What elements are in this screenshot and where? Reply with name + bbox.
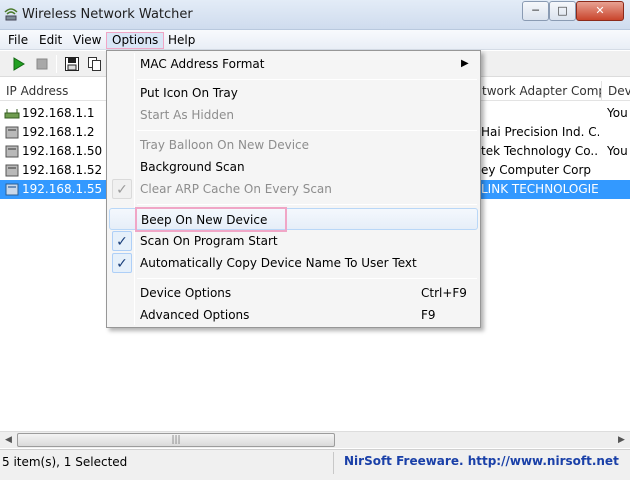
menu-item-tray-balloon[interactable]: Tray Balloon On New Device <box>109 134 478 156</box>
device-cell: You <box>607 106 628 120</box>
ip-cell: 192.168.1.55 <box>22 182 103 196</box>
menu-item-label: Automatically Copy Device Name To User T… <box>140 256 417 270</box>
checkmark-icon: ✓ <box>112 231 132 251</box>
checkmark-icon: ✓ <box>112 179 132 199</box>
menu-item-label: MAC Address Format <box>140 57 265 71</box>
menu-item-label: Start As Hidden <box>140 108 234 122</box>
ip-cell: 192.168.1.52 <box>22 163 103 177</box>
menu-options[interactable]: Options <box>106 32 165 49</box>
menu-separator <box>137 204 477 205</box>
scroll-left-icon[interactable]: ◀ <box>0 432 17 448</box>
horizontal-scrollbar[interactable]: ◀ ||| ▶ <box>0 431 630 448</box>
menu-item-mac-address-format[interactable]: MAC Address Format ▶ <box>109 53 478 75</box>
menu-file[interactable]: File <box>3 32 33 49</box>
menu-item-shortcut: F9 <box>421 308 436 322</box>
options-dropdown-menu: MAC Address Format ▶ Put Icon On Tray St… <box>106 50 481 328</box>
ip-cell: 192.168.1.2 <box>22 125 95 139</box>
menu-item-auto-copy-device-name[interactable]: ✓ Automatically Copy Device Name To User… <box>109 252 478 274</box>
submenu-arrow-icon: ▶ <box>461 58 469 69</box>
device-cell: You <box>607 144 628 158</box>
vendor-cell: LINK TECHNOLOGIE... <box>481 182 599 196</box>
menu-item-label: Put Icon On Tray <box>140 86 238 100</box>
menu-item-label: Advanced Options <box>140 308 250 322</box>
close-button[interactable]: ✕ <box>576 1 624 21</box>
scrollbar-thumb[interactable]: ||| <box>17 433 335 447</box>
computer-icon <box>4 163 20 178</box>
stop-scan-icon[interactable] <box>34 56 50 72</box>
column-header-device[interactable]: Dev <box>602 81 630 101</box>
copy-icon[interactable] <box>87 56 103 72</box>
menu-item-scan-on-program-start[interactable]: ✓ Scan On Program Start <box>109 230 478 252</box>
vendor-cell: ey Computer Corp <box>481 163 592 177</box>
checkmark-icon: ✓ <box>112 253 132 273</box>
ip-cell: 192.168.1.1 <box>22 106 95 120</box>
start-scan-icon[interactable] <box>10 56 26 72</box>
beep-item-highlight-box <box>135 207 287 232</box>
menu-item-put-icon-on-tray[interactable]: Put Icon On Tray <box>109 82 478 104</box>
window-title: Wireless Network Watcher <box>22 7 193 22</box>
ip-cell: 192.168.1.50 <box>22 144 103 158</box>
menu-item-label: Clear ARP Cache On Every Scan <box>140 182 332 196</box>
column-header-ip-address[interactable]: IP Address <box>0 81 110 101</box>
save-icon[interactable] <box>64 56 80 72</box>
menu-item-label: Device Options <box>140 286 232 300</box>
menu-item-label: Tray Balloon On New Device <box>140 138 310 152</box>
menu-item-start-as-hidden[interactable]: Start As Hidden <box>109 104 478 126</box>
menu-separator <box>137 130 477 131</box>
menu-item-background-scan[interactable]: Background Scan <box>109 156 478 178</box>
computer-icon <box>4 125 20 140</box>
vendor-cell: tek Technology Co.... <box>481 144 599 158</box>
menu-separator <box>137 278 477 279</box>
menu-help[interactable]: Help <box>163 32 200 49</box>
computer-icon <box>4 182 20 197</box>
status-bar: 5 item(s), 1 Selected NirSoft Freeware. … <box>0 449 630 480</box>
router-icon <box>4 106 20 121</box>
column-header-adapter-company[interactable]: twork Adapter Comp... <box>476 81 602 101</box>
menu-edit[interactable]: Edit <box>34 32 67 49</box>
menu-item-advanced-options[interactable]: Advanced Options F9 <box>109 304 478 326</box>
menu-item-label: Scan On Program Start <box>140 234 278 248</box>
menu-item-device-options[interactable]: Device Options Ctrl+F9 <box>109 282 478 304</box>
menu-item-shortcut: Ctrl+F9 <box>421 286 467 300</box>
minimize-button[interactable]: ─ <box>522 1 549 21</box>
menu-item-clear-arp-cache[interactable]: ✓ Clear ARP Cache On Every Scan <box>109 178 478 200</box>
nirsoft-link[interactable]: NirSoft Freeware. http://www.nirsoft.net <box>344 454 619 468</box>
maximize-button[interactable]: □ <box>549 1 576 21</box>
scroll-right-icon[interactable]: ▶ <box>613 432 630 448</box>
toolbar-divider <box>56 55 57 73</box>
vendor-cell: Hai Precision Ind. C... <box>481 125 599 139</box>
menu-item-label: Background Scan <box>140 160 245 174</box>
computer-icon <box>4 144 20 159</box>
menu-separator <box>137 79 477 80</box>
item-count-status: 5 item(s), 1 Selected <box>2 455 128 469</box>
status-divider <box>333 452 334 474</box>
menu-bar: File Edit View Options Help <box>0 30 630 50</box>
menu-view[interactable]: View <box>68 32 106 49</box>
title-bar[interactable]: Wireless Network Watcher ─ □ ✕ <box>0 0 630 30</box>
wireless-app-icon <box>3 6 19 22</box>
